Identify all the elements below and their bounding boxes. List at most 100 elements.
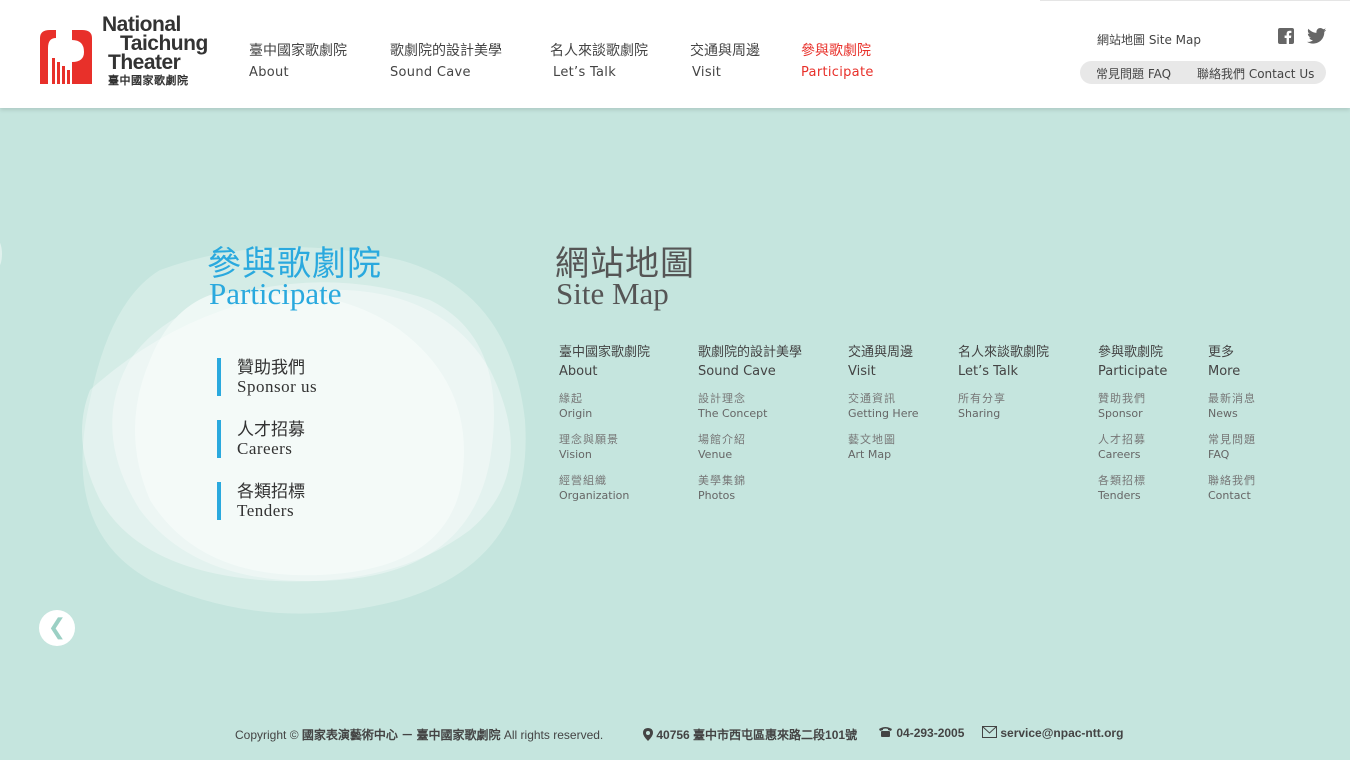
sitemap-link[interactable]: 理念與願景 Vision [559,433,650,462]
sitemap-link[interactable]: 人才招募 Careers [1098,433,1167,462]
link-zh: 經營組織 [559,474,607,487]
sitemap-link[interactable]: 經營組織 Organization [559,474,650,503]
link-zh: 美學集錦 [698,474,746,487]
link-zh: 聯絡我們 [1208,474,1256,487]
sitemap-title-en: Site Map [556,276,669,311]
chevron-left-icon: ❮ [47,615,67,640]
heading-zh: 臺中國家歌劇院 [559,345,651,360]
sitemap-link[interactable]: 藝文地圖 Art Map [848,433,919,462]
copyright-prefix: Copyright © [235,728,302,742]
side-link-zh: 人才招募 [237,420,305,440]
nav-label-zh: 交通與周邊 [690,43,760,59]
decorative-edge-shape [0,240,2,268]
sitemap-column-heading[interactable]: 更多 More [1208,344,1256,380]
link-zh: 緣起 [559,392,583,405]
nav-about[interactable]: 臺中國家歌劇院 About [249,42,347,82]
link-en: Venue [698,448,733,461]
logo-line-4: 臺中國家歌劇院 [108,75,189,87]
link-en: Origin [559,407,593,420]
sitemap-column-lets-talk: 名人來談歌劇院 Let’s Talk 所有分享 Sharing [958,344,1049,421]
facebook-icon[interactable] [1278,28,1294,44]
nav-label-zh: 名人來談歌劇院 [550,43,648,59]
sitemap-column-sound-cave: 歌劇院的設計美學 Sound Cave 設計理念 The Concept 場館介紹… [698,344,802,503]
link-zh: 藝文地圖 [848,433,896,446]
side-link-en: Sponsor us [237,377,318,396]
nav-label-zh: 臺中國家歌劇院 [249,43,347,59]
twitter-icon[interactable] [1307,28,1327,44]
link-en: FAQ [1208,448,1230,461]
link-zh: 各類招標 [1098,474,1146,487]
link-zh: 設計理念 [698,392,746,405]
sitemap-link[interactable]: 場館介紹 Venue [698,433,802,462]
email[interactable]: service@npac-ntt.org [982,726,1123,740]
heading-en: More [1208,364,1241,379]
link-en: Sponsor [1098,407,1143,420]
nav-visit[interactable]: 交通與周邊 Visit [690,42,760,82]
heading-en: Sound Cave [698,364,776,379]
sitemap-link[interactable]: 網站地圖 Site Map [1097,31,1201,48]
contact-link[interactable]: 聯絡我們 Contact Us [1197,65,1314,82]
link-zh: 最新消息 [1208,392,1256,405]
heading-zh: 交通與周邊 [848,345,914,360]
sitemap-link[interactable]: 所有分享 Sharing [958,392,1049,421]
nav-sound-cave[interactable]: 歌劇院的設計美學 Sound Cave [390,42,502,82]
logo-line-3: Theater [108,51,181,74]
heading-en: Let’s Talk [958,364,1019,379]
link-en: Photos [698,489,736,502]
sitemap-column-visit: 交通與周邊 Visit 交通資訊 Getting Here 藝文地圖 Art Map [848,344,919,462]
location-pin-icon [643,728,653,741]
link-zh: 交通資訊 [848,392,896,405]
sitemap-column-heading[interactable]: 參與歌劇院 Participate [1098,344,1167,380]
side-link-en: Careers [237,439,293,458]
sitemap-column-heading[interactable]: 名人來談歌劇院 Let’s Talk [958,344,1049,380]
sitemap-link[interactable]: 最新消息 News [1208,392,1256,421]
link-zh: 場館介紹 [698,433,746,446]
sitemap-column-heading[interactable]: 臺中國家歌劇院 About [559,344,650,380]
side-link-en: Tenders [237,501,295,520]
sitemap-link[interactable]: 常見問題 FAQ [1208,433,1256,462]
sitemap-column-heading[interactable]: 交通與周邊 Visit [848,344,919,380]
side-link-sponsor[interactable]: 贊助我們 Sponsor us [217,358,317,396]
sitemap-link[interactable]: 緣起 Origin [559,392,650,421]
sitemap-column-heading[interactable]: 歌劇院的設計美學 Sound Cave [698,344,802,380]
nav-label-en: About [249,65,289,80]
sitemap-column-participate: 參與歌劇院 Participate 贊助我們 Sponsor 人才招募 Career… [1098,344,1167,503]
sitemap-column-about: 臺中國家歌劇院 About 緣起 Origin 理念與願景 Vision 經營組織 O… [559,344,650,503]
sitemap-column-more: 更多 More 最新消息 News 常見問題 FAQ 聯絡我們 Contact [1208,344,1256,503]
address: 40756 臺中市西屯區惠來路二段101號 [643,726,857,743]
sitemap-link[interactable]: 設計理念 The Concept [698,392,802,421]
utility-links: 常見問題 FAQ 聯絡我們 Contact Us [1080,61,1326,84]
prev-button[interactable]: ❮ [39,610,75,646]
participate-title-en: Participate [209,276,342,311]
nav-participate[interactable]: 參與歌劇院 Participate [801,42,874,82]
link-zh: 理念與願景 [559,433,619,446]
site-logo[interactable]: National Taichung Theater 臺中國家歌劇院 [38,14,218,94]
link-en: Careers [1098,448,1141,461]
copyright-org: 國家表演藝術中心 － 臺中國家歌劇院 [301,728,501,742]
side-link-careers[interactable]: 人才招募 Careers [217,420,305,458]
heading-en: Participate [1098,364,1168,379]
link-en: News [1208,407,1238,420]
link-en: Contact [1208,489,1251,502]
sitemap-link[interactable]: 聯絡我們 Contact [1208,474,1256,503]
faq-link[interactable]: 常見問題 FAQ [1096,65,1171,82]
nav-label-en: Visit [692,65,722,80]
header-divider [1040,0,1350,1]
sitemap-link[interactable]: 交通資訊 Getting Here [848,392,919,421]
nav-lets-talk[interactable]: 名人來談歌劇院 Let’s Talk [550,42,648,82]
heading-zh: 更多 [1208,345,1235,360]
copyright: Copyright © 國家表演藝術中心 － 臺中國家歌劇院 All right… [235,726,603,743]
sitemap-link[interactable]: 各類招標 Tenders [1098,474,1167,503]
phone-text: 04-293-2005 [896,726,965,740]
envelope-icon [982,726,997,738]
address-text: 40756 臺中市西屯區惠來路二段101號 [656,728,858,742]
side-link-tenders[interactable]: 各類招標 Tenders [217,482,305,520]
heading-zh: 參與歌劇院 [1098,345,1164,360]
sitemap-link[interactable]: 贊助我們 Sponsor [1098,392,1167,421]
nav-label-en: Let’s Talk [553,65,617,80]
link-zh: 常見問題 [1208,433,1256,446]
theater-logo-icon [40,30,92,84]
sitemap-link[interactable]: 美學集錦 Photos [698,474,802,503]
side-link-zh: 贊助我們 [237,358,305,378]
heading-zh: 歌劇院的設計美學 [698,345,803,360]
